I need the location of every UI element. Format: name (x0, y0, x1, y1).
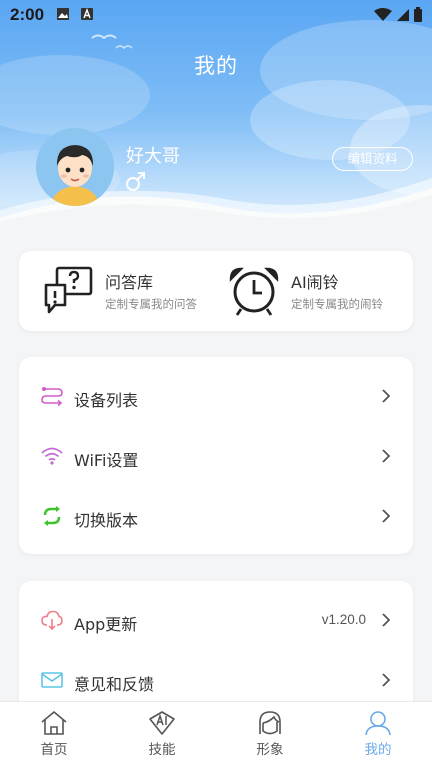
app-version-value: v1.20.0 (321, 612, 366, 627)
feature-title: AI闹铃 (291, 273, 339, 292)
header-background (0, 0, 432, 250)
status-time: 2:00 (10, 5, 45, 24)
chevron-right-icon (382, 509, 391, 523)
cell-signal-icon (397, 8, 409, 21)
male-gender-icon (126, 172, 145, 191)
app-card: App更新 v1.20.0 意见和反馈 (19, 581, 413, 721)
feature-subtitle: 定制专属我的问答 (105, 297, 197, 311)
status-right-icons (374, 7, 422, 22)
qa-icon (44, 266, 93, 314)
tab-mine[interactable]: 我的 (348, 710, 408, 762)
tab-home[interactable]: 首页 (24, 710, 84, 762)
wifi-icon (41, 447, 63, 465)
menu-item-label: 设备列表 (74, 391, 139, 410)
user-name: 好大哥 (126, 146, 180, 167)
boy-avatar-icon (36, 128, 114, 206)
feature-subtitle: 定制专属我的闹铃 (291, 297, 383, 311)
menu-item-app-update[interactable]: App更新 v1.20.0 (19, 591, 413, 651)
chevron-right-icon (382, 613, 391, 627)
alarm-clock-icon (229, 267, 279, 316)
status-left-icons (56, 7, 94, 21)
tab-appearance[interactable]: 形象 (240, 710, 300, 762)
feature-title: 问答库 (105, 273, 154, 292)
edit-profile-button[interactable]: 编辑资料 (332, 147, 413, 171)
switch-version-icon (43, 506, 61, 526)
menu-item-label: 切换版本 (74, 511, 139, 530)
chevron-right-icon (382, 673, 391, 687)
menu-item-label: App更新 (74, 615, 138, 634)
menu-item-wifi-settings[interactable]: WiFi设置 (19, 427, 413, 487)
mail-icon (41, 672, 63, 688)
menu-item-device-list[interactable]: 设备列表 (19, 367, 413, 427)
home-icon (41, 710, 67, 735)
status-bar: 2:00 (0, 0, 432, 30)
tab-label: 我的 (364, 742, 392, 758)
image-notification-icon (57, 8, 69, 20)
menu-item-switch-version[interactable]: 切换版本 (19, 487, 413, 547)
profile-icon (365, 711, 391, 736)
battery-icon (414, 7, 422, 22)
tab-label: 技能 (148, 742, 176, 758)
avatar-face-icon (259, 711, 281, 735)
settings-card: 设备列表 WiFi设置 切换版本 (19, 357, 413, 554)
tab-skills[interactable]: 技能 (132, 710, 192, 762)
tab-label: 首页 (40, 742, 68, 758)
chevron-right-icon (382, 449, 391, 463)
feature-card: 问答库 定制专属我的问答 AI闹铃 定制专属我的闹铃 (19, 251, 413, 331)
menu-item-label: WiFi设置 (74, 451, 139, 470)
ai-skill-icon (149, 711, 175, 735)
device-list-icon (41, 387, 63, 406)
avatar[interactable] (36, 128, 114, 206)
app-notification-icon (81, 8, 93, 20)
tab-label: 形象 (256, 742, 284, 758)
wifi-signal-icon (374, 7, 392, 21)
cloud-update-icon (41, 610, 63, 630)
cloud-decoration (0, 20, 432, 250)
menu-item-label: 意见和反馈 (74, 675, 155, 694)
chevron-right-icon (382, 389, 391, 403)
page-title: 我的 (194, 54, 238, 78)
bottom-tab-bar: 首页 技能 形象 我的 (0, 701, 432, 768)
